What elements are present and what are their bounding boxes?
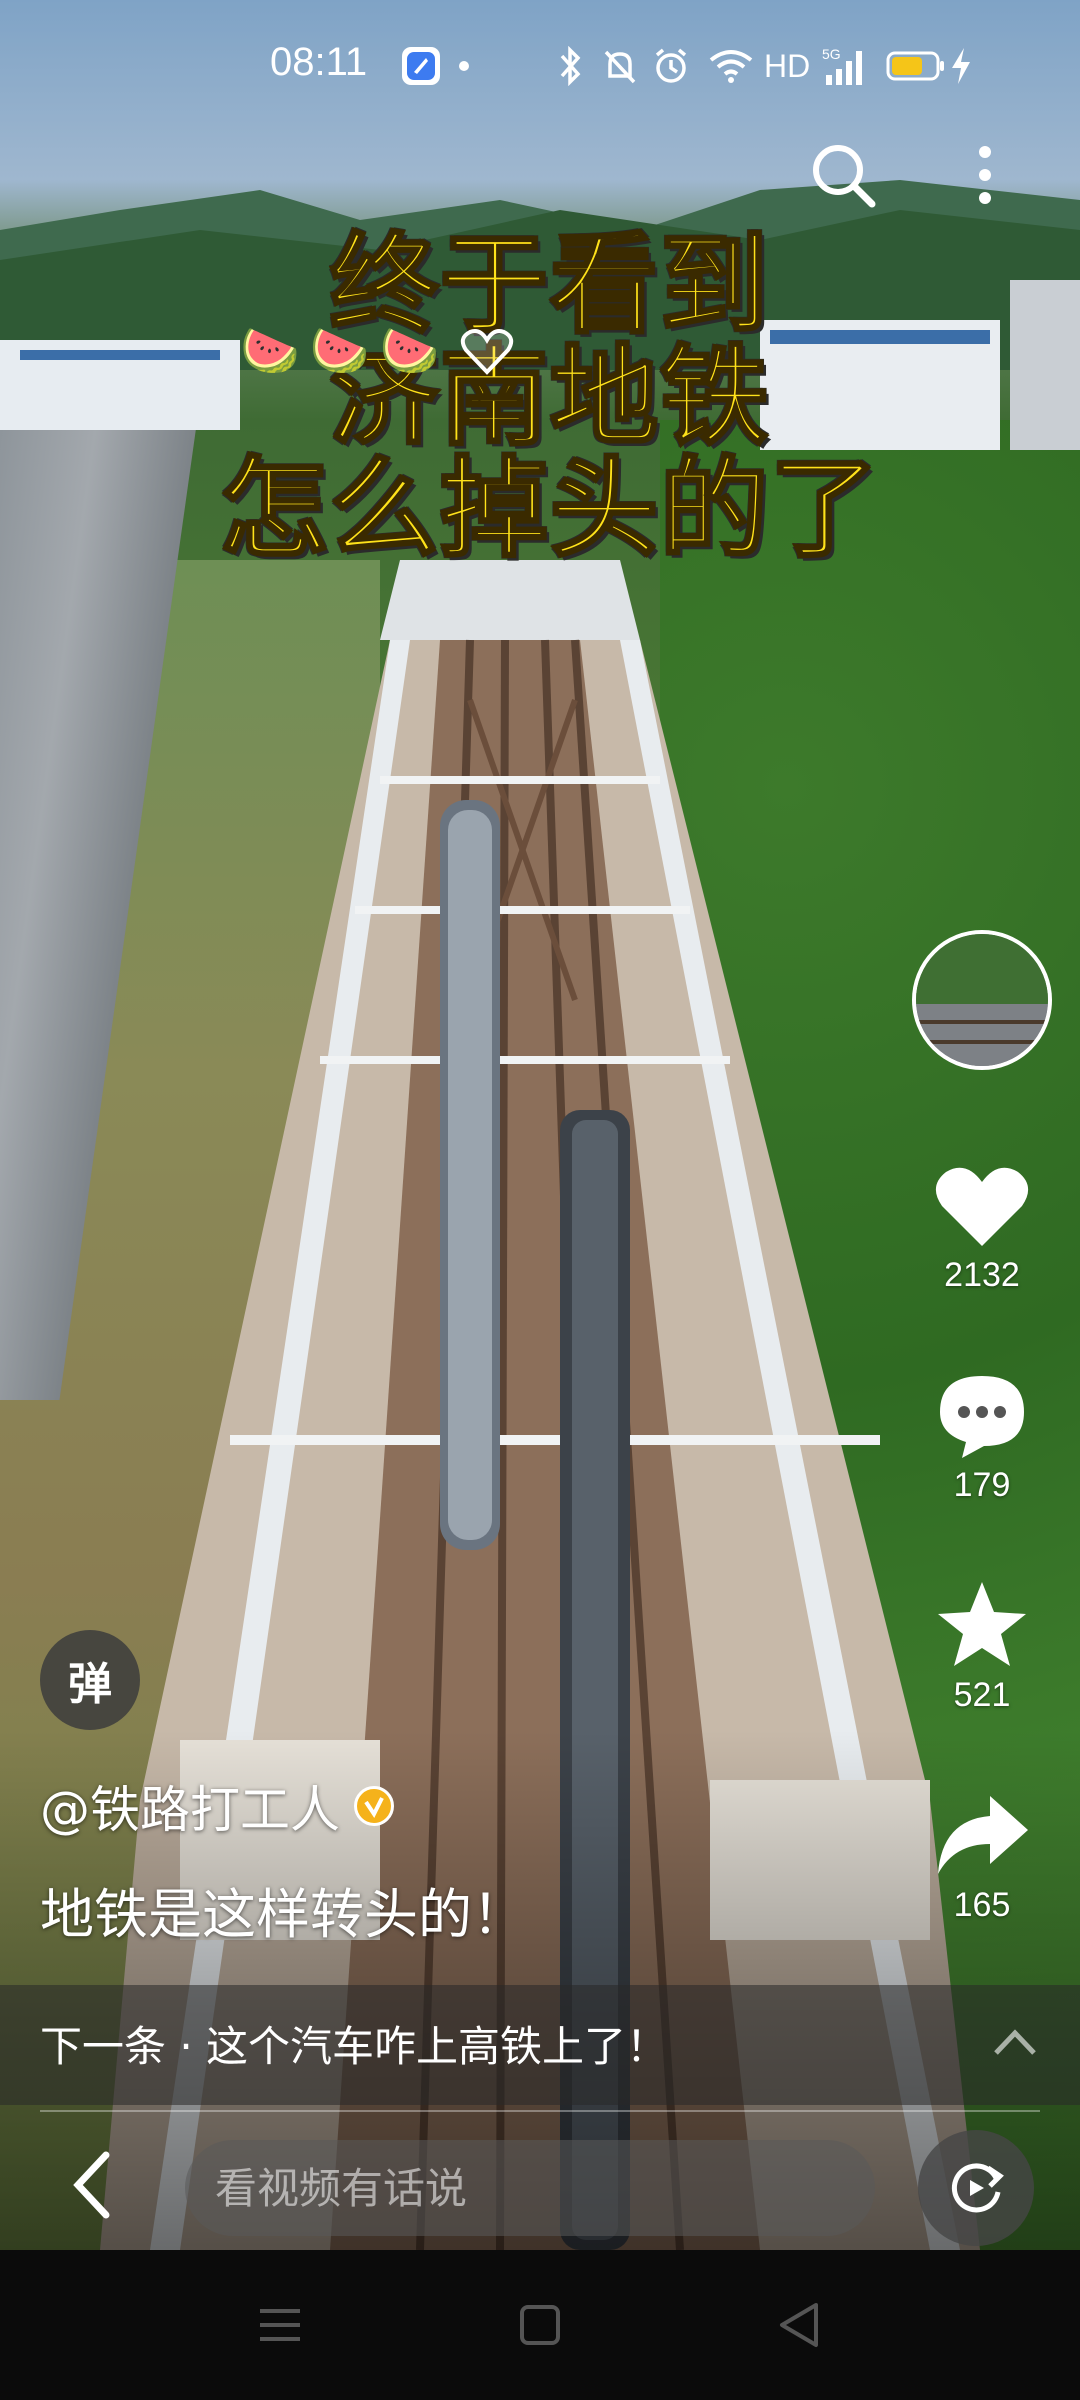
battery-icon: [886, 51, 945, 81]
author-avatar[interactable]: [912, 930, 1052, 1070]
home-icon[interactable]: [510, 2295, 570, 2355]
share-button[interactable]: 165: [922, 1790, 1042, 1925]
status-time: 08:11: [270, 40, 368, 84]
watermelon-icon: 🍉: [309, 323, 370, 379]
comment-icon: [940, 1376, 1024, 1458]
status-icons: HD 5G: [400, 44, 972, 88]
dot-icon: [459, 61, 469, 71]
favorite-count: 521: [953, 1676, 1011, 1714]
search-icon[interactable]: [808, 140, 878, 210]
back-icon[interactable]: [60, 2145, 130, 2225]
author-name: @铁路打工人: [40, 1781, 340, 1839]
author-handle[interactable]: @铁路打工人: [40, 1770, 394, 1842]
next-video-text: 下一条 · 这个汽车咋上高铁上了！: [40, 2022, 669, 2071]
system-navigation-bar: [0, 2250, 1080, 2400]
danmaku-toggle-button[interactable]: 弹: [40, 1630, 140, 1730]
watermelon-icon: 🍉: [240, 323, 300, 379]
replay-icon: [951, 2163, 1004, 2213]
title-line-3: 怎么掉头的了: [218, 447, 880, 572]
watermelon-emoji-row: 🍉 🍉 🍉: [240, 322, 439, 379]
chevron-up-icon[interactable]: [990, 2021, 1040, 2061]
star-icon: [938, 1582, 1026, 1666]
video-title-overlay: 终于看到 济南地铁 怎么掉头的了: [210, 228, 890, 572]
alarm-icon: [655, 48, 687, 83]
signal-5g-icon: 5G: [822, 46, 863, 85]
wifi-icon: [709, 50, 753, 83]
status-bar: 08:11 HD 5G: [0, 0, 1080, 130]
comment-button[interactable]: 179: [922, 1370, 1042, 1505]
divider: [40, 2110, 1040, 2112]
replay-button[interactable]: [918, 2130, 1034, 2246]
mute-icon: [604, 50, 636, 84]
watermelon-icon: 🍉: [379, 323, 440, 379]
share-arrow-icon: [938, 1796, 1028, 1874]
bluetooth-icon: [560, 46, 581, 86]
share-count: 165: [953, 1886, 1011, 1924]
verified-badge-icon: [354, 1786, 394, 1826]
back-triangle-icon[interactable]: [770, 2295, 830, 2355]
like-count: 2132: [944, 1256, 1020, 1294]
charging-icon: [952, 48, 971, 84]
heart-icon: [935, 1167, 1029, 1246]
comment-input[interactable]: [185, 2140, 875, 2236]
heart-outline-icon: [460, 329, 514, 375]
more-vertical-icon[interactable]: [960, 140, 1010, 210]
favorite-button[interactable]: 521: [922, 1580, 1042, 1715]
danmaku-label: 弹: [68, 1659, 112, 1710]
app-icon: [402, 47, 440, 85]
comment-count: 179: [953, 1466, 1011, 1504]
menu-icon[interactable]: [250, 2295, 310, 2355]
post-description: 地铁是这样转头的！: [40, 1883, 526, 1946]
like-button[interactable]: 2132: [922, 1160, 1042, 1295]
svg-text:5G: 5G: [822, 46, 841, 62]
next-video-bar[interactable]: 下一条 · 这个汽车咋上高铁上了！: [0, 1985, 1080, 2105]
hd-icon: HD: [764, 47, 811, 84]
